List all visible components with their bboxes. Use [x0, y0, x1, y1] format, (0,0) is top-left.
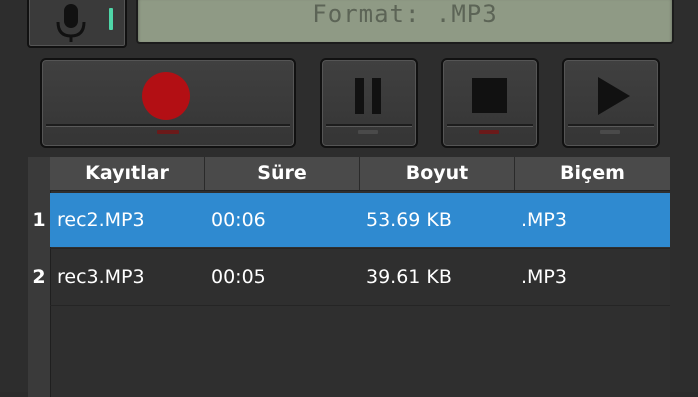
play-icon	[598, 77, 630, 115]
cell-duration: 00:05	[211, 266, 266, 288]
stop-button[interactable]	[441, 58, 539, 148]
record-led	[157, 130, 179, 134]
cell-name: rec3.MP3	[57, 266, 145, 288]
cell-duration: 00:06	[211, 209, 266, 231]
format-display-text: Format: .MP3	[312, 0, 498, 28]
format-display: Format: .MP3	[136, 0, 674, 44]
column-header-recordings[interactable]: Kayıtlar	[50, 157, 205, 190]
table-row[interactable]: rec3.MP3 00:05 39.61 KB .MP3	[50, 250, 670, 304]
play-button[interactable]	[562, 58, 660, 148]
pause-button[interactable]	[320, 58, 418, 148]
input-level-indicator	[109, 8, 113, 30]
row-divider	[50, 248, 670, 249]
button-divider	[447, 124, 533, 127]
row-number[interactable]: 1	[28, 193, 50, 247]
column-header-size[interactable]: Boyut	[360, 157, 515, 190]
cell-format: .MP3	[521, 209, 567, 231]
table-header: Kayıtlar Süre Boyut Biçem	[50, 157, 670, 191]
table-row[interactable]: rec2.MP3 00:06 53.69 KB .MP3	[50, 193, 670, 247]
recorder-window: Format: .MP3 Kayıtlar Süre Boyut Biçem 1	[0, 0, 698, 397]
cell-name: rec2.MP3	[57, 209, 145, 231]
cell-format: .MP3	[521, 266, 567, 288]
row-number[interactable]: 2	[28, 250, 50, 304]
button-divider	[326, 124, 412, 127]
cell-size: 39.61 KB	[366, 266, 452, 288]
button-divider	[568, 124, 654, 127]
record-icon	[142, 72, 190, 120]
stop-led	[479, 130, 499, 134]
column-header-format[interactable]: Biçem	[515, 157, 670, 190]
button-divider	[46, 124, 290, 127]
play-led	[600, 130, 620, 134]
row-divider	[50, 305, 670, 306]
cell-size: 53.69 KB	[366, 209, 452, 231]
pause-led	[358, 130, 378, 134]
recordings-table: Kayıtlar Süre Boyut Biçem 1 rec2.MP3 00:…	[28, 157, 670, 397]
microphone-icon	[56, 4, 86, 42]
microphone-button[interactable]	[27, 0, 127, 48]
record-button[interactable]	[40, 58, 296, 148]
column-header-duration[interactable]: Süre	[205, 157, 360, 190]
stop-icon	[472, 78, 507, 113]
